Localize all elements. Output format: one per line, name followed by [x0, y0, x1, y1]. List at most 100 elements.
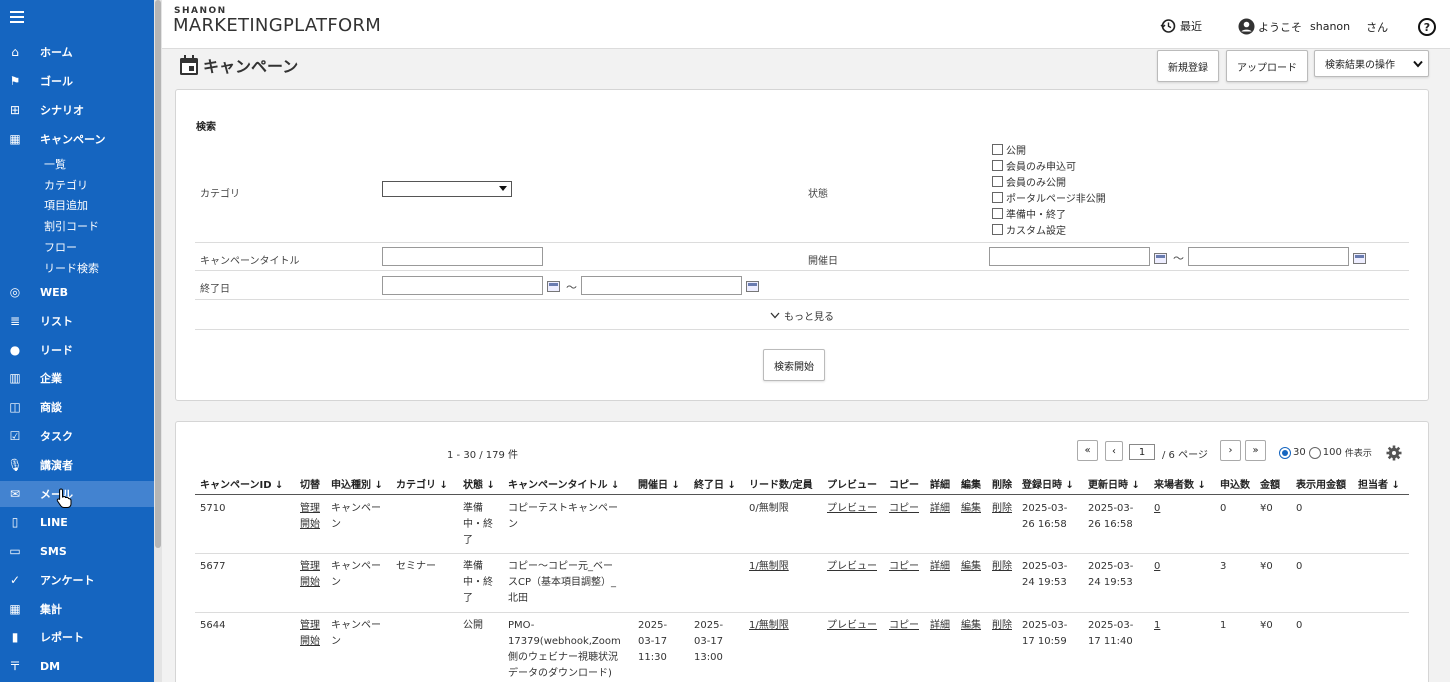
cell-preview[interactable]: プレビュー — [827, 501, 877, 517]
cell-visitors[interactable]: 0 — [1154, 559, 1160, 575]
sidebar-item[interactable]: ● リード — [0, 337, 154, 363]
cell-start-link[interactable]: 開始 — [300, 634, 320, 650]
search-start-button[interactable]: 検索開始 — [763, 349, 825, 381]
column-header[interactable]: 表示用金額 — [1296, 476, 1346, 491]
status-checkbox[interactable] — [992, 208, 1003, 219]
column-header[interactable]: リード数/定員 — [749, 476, 813, 491]
column-header[interactable]: 状態 ↓ — [463, 476, 495, 491]
next-page-button[interactable]: › — [1220, 440, 1241, 461]
column-header[interactable]: 来場者数 ↓ — [1154, 476, 1206, 491]
status-checkbox-row[interactable]: 公開 — [992, 142, 1026, 157]
column-header[interactable]: 担当者 ↓ — [1358, 476, 1400, 491]
sidebar-item[interactable]: ✓ アンケート — [0, 567, 154, 593]
sidebar-item[interactable]: ⌂ ホーム — [0, 39, 154, 65]
column-header[interactable]: プレビュー — [827, 476, 877, 491]
cell-preview[interactable]: プレビュー — [827, 559, 877, 575]
sidebar-subitem[interactable]: フロー — [44, 239, 77, 255]
column-header[interactable]: 金額 — [1260, 476, 1280, 491]
category-select[interactable] — [382, 181, 512, 197]
radio-100[interactable] — [1308, 446, 1321, 459]
status-checkbox[interactable] — [992, 144, 1003, 155]
event-date-to-input[interactable] — [1188, 247, 1349, 266]
column-header[interactable]: キャンペーンタイトル ↓ — [508, 476, 619, 491]
sidebar-item[interactable]: ▭ SMS — [0, 538, 154, 564]
calendar-picker-icon[interactable] — [1154, 253, 1167, 264]
sidebar-item[interactable]: ≣ リスト — [0, 308, 154, 334]
cell-copy[interactable]: コピー — [889, 559, 919, 575]
calendar-picker-icon[interactable] — [547, 281, 560, 292]
sidebar-item[interactable]: ▯ LINE — [0, 509, 154, 535]
end-date-from-input[interactable] — [382, 276, 543, 295]
status-checkbox-row[interactable]: 準備中・終了 — [992, 206, 1066, 221]
cell-edit[interactable]: 編集 — [961, 501, 981, 517]
cell-delete[interactable]: 削除 — [992, 559, 1012, 575]
cell-detail[interactable]: 詳細 — [930, 559, 950, 575]
column-header[interactable]: 編集 — [961, 476, 981, 491]
column-header[interactable]: 詳細 — [930, 476, 950, 491]
sidebar-subitem[interactable]: 一覧 — [44, 156, 66, 172]
cell-copy[interactable]: コピー — [889, 501, 919, 517]
sidebar-item[interactable]: ▦ 集計 — [0, 596, 154, 622]
recent-link[interactable]: 最近 — [1160, 18, 1202, 34]
cell-leads[interactable]: 1/無制限 — [749, 559, 789, 575]
column-header[interactable]: コピー — [889, 476, 919, 491]
search-results-ops-select[interactable]: 検索結果の操作 — [1314, 50, 1429, 77]
sidebar-subitem[interactable]: 項目追加 — [44, 197, 88, 213]
event-date-from-input[interactable] — [989, 247, 1150, 266]
sidebar-item[interactable]: ◫ 商談 — [0, 394, 154, 420]
cell-copy[interactable]: コピー — [889, 618, 919, 634]
end-date-to-input[interactable] — [581, 276, 742, 295]
cell-delete[interactable]: 削除 — [992, 618, 1012, 634]
settings-gear-icon[interactable] — [1386, 445, 1402, 461]
sidebar-item[interactable]: 〒 DM — [0, 653, 154, 679]
calendar-picker-icon[interactable] — [746, 281, 759, 292]
status-checkbox-row[interactable]: 会員のみ申込可 — [992, 158, 1076, 173]
column-header[interactable]: カテゴリ ↓ — [396, 476, 448, 491]
cell-delete[interactable]: 削除 — [992, 501, 1012, 517]
user-menu[interactable]: ようこそ shanon さん — [1238, 18, 1388, 35]
status-checkbox[interactable] — [992, 192, 1003, 203]
cell-detail[interactable]: 詳細 — [930, 501, 950, 517]
radio-30[interactable] — [1279, 446, 1291, 459]
sidebar-item[interactable]: ✉ メール — [0, 481, 154, 507]
upload-button[interactable]: アップロード — [1226, 50, 1308, 82]
cell-leads[interactable]: 1/無制限 — [749, 618, 789, 634]
sidebar-item[interactable]: ▥ 企業 — [0, 365, 154, 391]
column-header[interactable]: 切替 — [300, 476, 320, 491]
cell-visitors[interactable]: 1 — [1154, 618, 1160, 634]
column-header[interactable]: 申込種別 ↓ — [331, 476, 383, 491]
sidebar-item[interactable]: ☑ タスク — [0, 423, 154, 449]
calendar-picker-icon[interactable] — [1353, 253, 1366, 264]
column-header[interactable]: 申込数 — [1220, 476, 1250, 491]
sidebar-item[interactable]: ⚑ ゴール — [0, 68, 154, 94]
sidebar-subitem[interactable]: 割引コード — [44, 218, 99, 234]
column-header[interactable]: 削除 — [992, 476, 1012, 491]
status-checkbox[interactable] — [992, 224, 1003, 235]
sidebar-scrollbar[interactable] — [154, 0, 162, 682]
show-more-toggle[interactable]: もっと見る — [770, 308, 834, 323]
sidebar-item[interactable]: ▦ キャンペーン — [0, 126, 154, 152]
cell-start-link[interactable]: 開始 — [300, 575, 320, 591]
column-header[interactable]: 開催日 ↓ — [638, 476, 680, 491]
first-page-button[interactable]: « — [1077, 440, 1098, 461]
cell-start-link[interactable]: 開始 — [300, 517, 320, 533]
cell-kanri[interactable]: 管理 — [300, 501, 320, 517]
status-checkbox[interactable] — [992, 176, 1003, 187]
new-register-button[interactable]: 新規登録 — [1157, 50, 1219, 82]
campaign-title-input[interactable] — [382, 247, 543, 266]
cell-edit[interactable]: 編集 — [961, 559, 981, 575]
cell-detail[interactable]: 詳細 — [930, 618, 950, 634]
cell-preview[interactable]: プレビュー — [827, 618, 877, 634]
sidebar-item[interactable]: ◎ WEB — [0, 279, 154, 305]
cell-visitors[interactable]: 0 — [1154, 501, 1160, 517]
sidebar-subitem[interactable]: カテゴリ — [44, 177, 88, 193]
help-icon[interactable]: ? — [1418, 18, 1436, 36]
sidebar-item[interactable]: ⊞ シナリオ — [0, 97, 154, 123]
cell-kanri[interactable]: 管理 — [300, 618, 320, 634]
sidebar-item[interactable]: ▮ レポート — [0, 624, 154, 650]
last-page-button[interactable]: » — [1245, 440, 1266, 461]
cell-kanri[interactable]: 管理 — [300, 559, 320, 575]
page-number-input[interactable]: 1 — [1129, 444, 1155, 460]
column-header[interactable]: キャンペーンID ↓ — [200, 476, 283, 491]
column-header[interactable]: 終了日 ↓ — [694, 476, 736, 491]
